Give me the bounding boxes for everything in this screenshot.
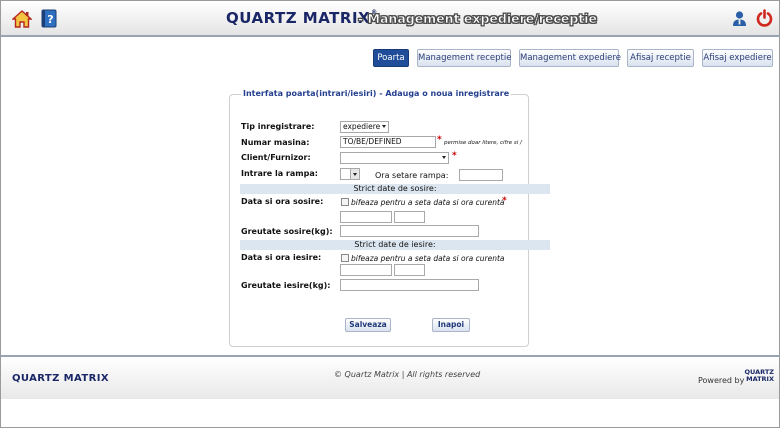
numar-masina-label: Numar masina: — [241, 138, 310, 147]
tab-afisaj-receptie[interactable]: Afisaj receptie — [627, 49, 694, 67]
greutate-sosire-label: Greutate sosire(kg): — [241, 227, 333, 236]
greutate-sosire-input[interactable] — [340, 225, 479, 237]
page-subtitle: - Management expediere/receptie — [358, 11, 598, 27]
required-mark: * — [437, 135, 442, 145]
data-ora-sosire-label: Data si ora sosire: — [241, 197, 324, 206]
iesire-checkbox-label: bifeaza pentru a seta data si ora curent… — [351, 254, 505, 263]
required-mark: * — [502, 196, 507, 206]
ora-iesire-input[interactable] — [394, 264, 425, 276]
form-title: Interfata poarta(intrari/iesiri) - Adaug… — [241, 89, 512, 98]
tip-inregistrare-value: expediere — [343, 122, 381, 131]
numar-masina-hint: permise doar litere, cifre si / — [444, 140, 522, 146]
powered-by-logo: QUARTZ MATRIX — [742, 369, 775, 383]
sosire-section-header: Strict date de sosire: — [240, 184, 550, 194]
ora-setare-rampa-input[interactable] — [459, 169, 503, 181]
tab-management-expediere[interactable]: Management expediere — [519, 49, 621, 67]
client-furnizor-select[interactable] — [340, 152, 449, 164]
data-ora-iesire-label: Data si ora iesire: — [241, 253, 322, 262]
tip-inregistrare-label: Tip inregistrare: — [241, 122, 315, 131]
tip-inregistrare-select[interactable]: expediere — [340, 121, 389, 133]
intrare-rampa-select[interactable] — [340, 168, 360, 180]
data-iesire-input[interactable] — [340, 264, 392, 276]
data-sosire-input[interactable] — [340, 211, 392, 223]
brand-logo: QUARTZ MATRIX® — [226, 9, 378, 27]
copyright-text: © Quartz Matrix | All rights reserved — [334, 370, 481, 379]
svg-text:?: ? — [47, 13, 53, 26]
sosire-checkbox-label: bifeaza pentru a seta data si ora curent… — [351, 198, 505, 207]
power-icon[interactable] — [756, 9, 773, 27]
powered-by-text: Powered by — [698, 376, 745, 385]
iesire-section-header: Strict date de iesire: — [240, 240, 550, 250]
greutate-iesire-label: Greutate iesire(kg): — [241, 281, 331, 290]
tab-afisaj-expediere[interactable]: Afisaj expediere — [702, 49, 773, 67]
iesire-current-checkbox[interactable] — [341, 254, 349, 262]
tab-management-receptie[interactable]: Management receptie — [417, 49, 511, 67]
chevron-down-icon — [382, 125, 386, 128]
help-book-icon[interactable]: ? — [40, 9, 58, 28]
client-furnizor-label: Client/Furnizor: — [241, 153, 311, 162]
intrare-rampa-label: Intrare la rampa: — [241, 169, 318, 178]
ora-sosire-input[interactable] — [394, 211, 425, 223]
back-button[interactable]: Inapoi — [432, 318, 470, 332]
footer-brand: QUARTZ MATRIX — [12, 373, 109, 384]
mini-logo-line2: MATRIX — [746, 375, 774, 383]
greutate-iesire-input[interactable] — [340, 279, 479, 291]
required-mark: * — [452, 151, 457, 161]
home-icon[interactable] — [12, 10, 32, 28]
numar-masina-input[interactable]: TO/BE/DEFINED — [340, 136, 436, 148]
chevron-down-icon — [350, 169, 359, 179]
tab-poarta[interactable]: Poarta — [373, 49, 409, 67]
chevron-down-icon — [442, 156, 446, 159]
sosire-current-checkbox[interactable] — [341, 198, 349, 206]
user-icon[interactable] — [732, 10, 747, 27]
ora-setare-rampa-label: Ora setare rampa: — [375, 171, 449, 180]
save-button[interactable]: Salveaza — [345, 318, 391, 332]
